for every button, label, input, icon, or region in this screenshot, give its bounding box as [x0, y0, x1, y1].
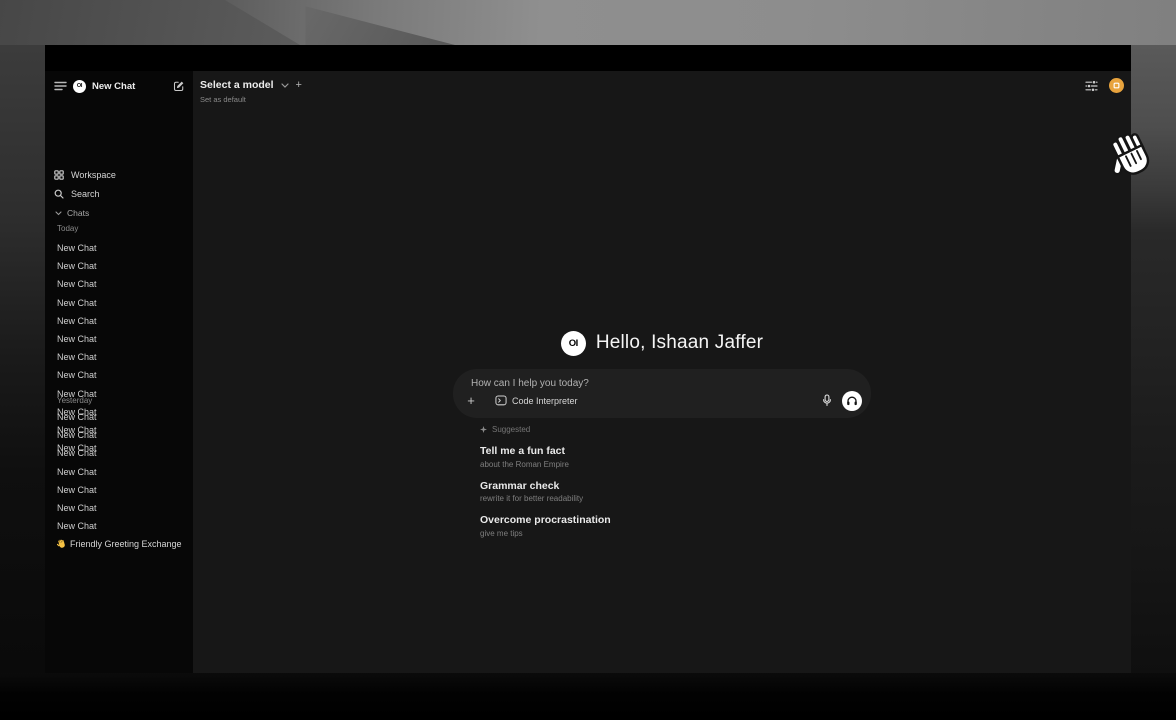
chat-title: New Chat [57, 316, 97, 326]
chat-title: New Chat [57, 352, 97, 362]
model-selector-block: Select a model + Set as default [200, 79, 302, 104]
code-interpreter-label: Code Interpreter [512, 396, 578, 406]
sidebar-title: New Chat [92, 81, 135, 92]
chat-title: New Chat [57, 261, 97, 271]
suggested-item[interactable]: Overcome procrastination give me tips [480, 514, 871, 538]
chat-list-item[interactable]: New Chat [45, 463, 193, 481]
chats-section-toggle[interactable]: Chats [55, 208, 89, 218]
wallpaper-left [0, 45, 45, 673]
window-titlebar [45, 45, 1131, 71]
suggested-item-title: Tell me a fun fact [480, 445, 871, 457]
sidebar-toggle-icon[interactable] [54, 81, 67, 91]
chat-title: New Chat [57, 448, 97, 458]
chat-list-item[interactable]: New Chat [45, 517, 193, 535]
chat-list-item[interactable]: New Chat [45, 348, 193, 366]
chat-list-item[interactable]: New Chat [45, 499, 193, 517]
chat-list-item[interactable]: New Chat [45, 481, 193, 499]
chat-list-item[interactable]: New Chat [45, 294, 193, 312]
headphones-button[interactable] [842, 391, 862, 411]
suggested-list: Tell me a fun fact about the Roman Empir… [480, 445, 871, 538]
chevron-down-icon [55, 211, 62, 216]
chat-list-item-friendly-greeting[interactable]: Friendly Greeting Exchange [57, 535, 189, 553]
hero-section: OI Hello, Ishaan Jaffer How can I help y… [453, 330, 871, 538]
model-chevron-icon[interactable] [281, 83, 289, 88]
chat-title: Friendly Greeting Exchange [70, 539, 182, 549]
workspace-label: Workspace [71, 170, 116, 180]
chat-title: New Chat [57, 243, 97, 253]
suggested-section: Suggested Tell me a fun fact about the R… [453, 424, 871, 538]
suggested-item-subtitle: rewrite it for better readability [480, 494, 871, 503]
chat-title: New Chat [57, 279, 97, 289]
sidebar-item-search[interactable]: Search [54, 185, 187, 203]
chat-title: New Chat [57, 521, 97, 531]
greeting-row: OI Hello, Ishaan Jaffer [453, 330, 871, 356]
headphones-icon [846, 395, 858, 406]
user-avatar[interactable] [1109, 78, 1124, 93]
mic-icon[interactable] [822, 394, 832, 407]
suggested-label: Suggested [492, 425, 530, 434]
greeting-text: Hello, Ishaan Jaffer [596, 332, 763, 354]
suggested-item-subtitle: give me tips [480, 529, 871, 538]
sidebar-item-workspace[interactable]: Workspace [54, 166, 187, 184]
sidebar: OI New Chat Workspace Search [45, 71, 193, 673]
chat-list-item[interactable]: New Chat [45, 330, 193, 348]
wallpaper-bottom [0, 673, 1176, 720]
chat-title: New Chat [57, 334, 97, 344]
code-interpreter-toggle[interactable]: Code Interpreter [495, 395, 578, 406]
chat-list-yesterday: New Chat New Chat New Chat New Chat New … [45, 408, 193, 535]
wave-emoji-icon [57, 539, 66, 549]
main-content: Select a model + Set as default [193, 71, 1131, 673]
message-input-placeholder: How can I help you today? [471, 378, 589, 389]
suggested-item-title: Overcome procrastination [480, 514, 871, 526]
app-logo-large: OI [561, 331, 586, 356]
chat-list-item[interactable]: New Chat [45, 312, 193, 330]
search-label: Search [71, 189, 100, 199]
chat-title: New Chat [57, 467, 97, 477]
chat-title: New Chat [57, 370, 97, 380]
chat-list-item[interactable]: New Chat [45, 408, 193, 426]
open-webui-app: OI New Chat Workspace Search [45, 71, 1131, 673]
suggested-item[interactable]: Tell me a fun fact about the Roman Empir… [480, 445, 871, 469]
group-label-yesterday: Yesterday [57, 396, 92, 405]
message-input-box[interactable]: How can I help you today? + Code Interpr… [453, 369, 871, 418]
set-as-default-button[interactable]: Set as default [200, 95, 302, 104]
chat-title: New Chat [57, 485, 97, 495]
suggested-item[interactable]: Grammar check rewrite it for better read… [480, 480, 871, 504]
chat-list-item[interactable]: New Chat [45, 257, 193, 275]
chat-list-item[interactable]: New Chat [45, 426, 193, 444]
chat-list-item[interactable]: New Chat [45, 444, 193, 462]
chat-list-item[interactable]: New Chat [45, 366, 193, 384]
controls-icon[interactable] [1085, 80, 1098, 92]
group-label-today: Today [57, 224, 78, 233]
wallpaper-right [1131, 45, 1176, 673]
chat-title: New Chat [57, 503, 97, 513]
attach-plus-button[interactable]: + [463, 394, 479, 407]
workspace-icon [54, 170, 64, 180]
app-window: OI New Chat Workspace Search [45, 45, 1131, 673]
sidebar-header: OI New Chat [54, 77, 185, 95]
chat-title: New Chat [57, 298, 97, 308]
chat-list-item[interactable]: New Chat [45, 239, 193, 257]
sparkles-icon [480, 426, 487, 433]
code-interpreter-icon [495, 395, 507, 406]
suggested-item-title: Grammar check [480, 480, 871, 492]
model-selector-button[interactable]: Select a model [200, 79, 274, 91]
chat-title: New Chat [57, 430, 97, 440]
app-logo: OI [73, 80, 86, 93]
chat-title: New Chat [57, 412, 97, 422]
chats-section-label: Chats [67, 208, 89, 218]
new-chat-icon[interactable] [173, 80, 185, 92]
search-icon [54, 189, 64, 199]
composer-toolbar: + Code Interpreter [463, 390, 862, 411]
suggested-header: Suggested [480, 424, 871, 434]
chat-list-item[interactable]: New Chat [45, 275, 193, 293]
topbar-actions [1085, 78, 1124, 93]
suggested-item-subtitle: about the Roman Empire [480, 460, 871, 469]
add-model-button[interactable]: + [296, 80, 302, 91]
